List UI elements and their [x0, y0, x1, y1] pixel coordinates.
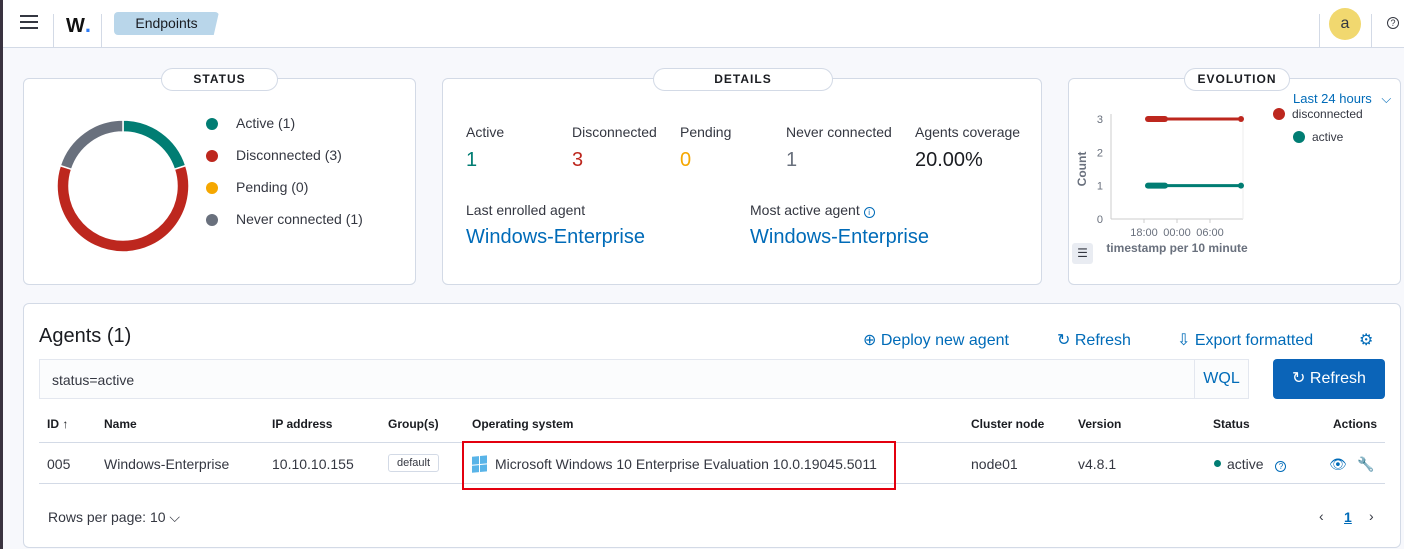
column-header[interactable]: IP address: [272, 417, 332, 431]
series-point-disconnected: [1238, 116, 1244, 122]
cell-id: 005: [47, 456, 71, 472]
legend-item[interactable]: Active (1): [206, 115, 295, 131]
status-title: STATUS: [161, 68, 278, 91]
x-axis-label: timestamp per 10 minute: [1106, 241, 1248, 255]
wrench-icon[interactable]: 🔧: [1357, 456, 1374, 473]
legend-dot: [206, 214, 218, 226]
stat-value: 3: [572, 149, 584, 171]
y-tick-label: 3: [1097, 114, 1103, 126]
rows-per-page-select[interactable]: Rows per page: 10 ⌵: [48, 509, 180, 526]
evolution-title: EVOLUTION: [1184, 68, 1290, 91]
cell-version: v4.8.1: [1078, 456, 1117, 472]
stat-label: Agents coverage: [915, 124, 1021, 140]
column-header[interactable]: Cluster node: [971, 417, 1044, 431]
x-tick-label: 18:00: [1130, 227, 1158, 239]
series-point-active: [1238, 182, 1244, 189]
legend-dot: [206, 150, 218, 162]
x-tick-label: 06:00: [1196, 227, 1224, 239]
status-donut: [56, 119, 190, 253]
donut-slice[interactable]: [56, 164, 190, 253]
legend-label: disconnected: [1292, 107, 1363, 121]
stat-label: Active: [466, 124, 505, 140]
evolution-panel: EVOLUTION Last 24 hours ⌵ 0 1 2 3 18:00 00:00…: [1068, 68, 1401, 285]
help-icon[interactable]: ?: [1387, 17, 1399, 29]
cell-name: Windows-Enterprise: [104, 456, 230, 472]
donut-slice[interactable]: [59, 119, 124, 171]
legend-item[interactable]: Never connected (1): [206, 211, 363, 227]
y-axis-label: Count: [1075, 152, 1089, 187]
wql-button[interactable]: WQL: [1194, 360, 1248, 398]
details-panel: DETAILS Active 1 Disconnected 3 Pending 0 Neve…: [442, 68, 1042, 285]
column-header[interactable]: Group(s): [388, 417, 439, 431]
legend-toggle-icon[interactable]: ☰: [1072, 243, 1093, 264]
stat-value: 0: [680, 149, 692, 171]
stat-value: 20.00%: [915, 149, 983, 171]
legend-item[interactable]: Pending (0): [206, 179, 308, 195]
help-icon[interactable]: ?: [1275, 461, 1287, 472]
column-header[interactable]: Status: [1213, 417, 1250, 431]
status-panel: STATUS Active (1) Disconnected (3) Pending…: [23, 68, 416, 285]
chevron-down-icon: ⌵: [169, 509, 181, 525]
info-icon: i: [863, 207, 875, 218]
x-tick-label: 00:00: [1163, 227, 1191, 239]
agents-title: Agents (1): [39, 325, 132, 347]
cell-ip: 10.10.10.155: [272, 456, 354, 472]
page-1-button[interactable]: 1: [1344, 509, 1352, 525]
last-enrolled-link[interactable]: Windows-Enterprise: [466, 226, 645, 249]
eye-icon[interactable]: 👁: [1329, 456, 1347, 473]
avatar[interactable]: a: [1329, 8, 1361, 40]
legend-dot: [1293, 131, 1305, 143]
column-header[interactable]: Operating system: [472, 417, 573, 431]
group-badge[interactable]: default: [388, 454, 440, 472]
y-tick-label: 1: [1097, 181, 1103, 193]
stat-label: Disconnected: [572, 124, 657, 140]
cell-status: active ?: [1214, 456, 1287, 472]
highlight-box: [462, 441, 896, 490]
legend-dot: [206, 182, 218, 194]
evolution-chart: 0 1 2 3 18:00 00:00 06:00 timestamp per 10 minu…: [1075, 107, 1363, 255]
deploy-agent-button[interactable]: ⊕ Deploy new agent: [863, 330, 1009, 350]
column-header[interactable]: ID ↑: [47, 417, 68, 431]
legend-item[interactable]: Disconnected (3): [206, 147, 342, 163]
search-input[interactable]: status=active: [39, 359, 1249, 399]
next-page-icon[interactable]: ›: [1369, 508, 1374, 524]
settings-icon[interactable]: ⚙: [1359, 330, 1373, 350]
donut-slice[interactable]: [122, 119, 187, 171]
legend-label: active: [1312, 130, 1344, 144]
last-enrolled-label: Last enrolled agent: [466, 202, 586, 218]
y-tick-label: 0: [1097, 214, 1103, 226]
stat-label: Never connected: [786, 124, 892, 140]
stat-label: Pending: [680, 124, 732, 140]
column-header: Actions: [1333, 417, 1378, 431]
legend-dot: [1273, 108, 1285, 120]
status-dot: [1214, 460, 1221, 467]
stat-value: 1: [786, 149, 798, 171]
y-tick-label: 2: [1097, 147, 1103, 159]
column-header[interactable]: Name: [104, 417, 137, 431]
refresh-button[interactable]: ↻ Refresh: [1273, 359, 1385, 399]
refresh-link-button[interactable]: ↻ Refresh: [1057, 330, 1131, 350]
export-button[interactable]: ⇩ Export formatted: [1177, 330, 1313, 350]
cell-node: node01: [971, 456, 1018, 472]
prev-page-icon[interactable]: ‹: [1319, 508, 1324, 524]
column-header[interactable]: Version: [1078, 417, 1121, 431]
refresh-icon: ↻: [1057, 332, 1071, 349]
details-title: DETAILS: [653, 68, 833, 91]
stat-value: 1: [466, 149, 478, 171]
most-active-label: Most active agent i: [750, 202, 875, 218]
legend-dot: [206, 118, 218, 130]
menu-icon[interactable]: [20, 15, 38, 29]
export-icon: ⇩: [1177, 332, 1191, 349]
plus-circle-icon: ⊕: [863, 332, 877, 349]
top-header: W. Endpoints a ?: [3, 0, 1404, 48]
most-active-link[interactable]: Windows-Enterprise: [750, 226, 929, 249]
breadcrumb-endpoints[interactable]: Endpoints: [114, 12, 219, 35]
logo[interactable]: W.: [66, 12, 91, 38]
